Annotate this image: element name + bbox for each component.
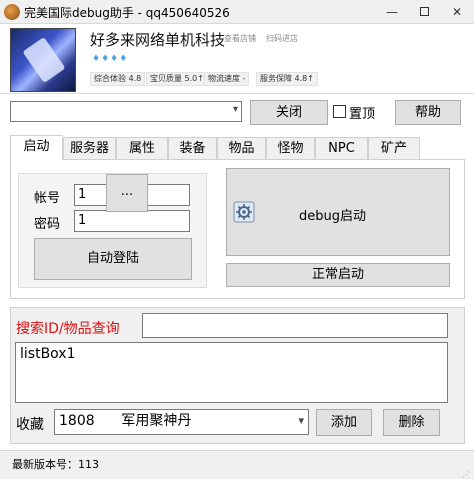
shop-logo: [10, 28, 76, 92]
help-button[interactable]: 帮助: [395, 100, 461, 125]
listbox-placeholder: listBox1: [20, 346, 76, 362]
add-favorite-button[interactable]: 添加: [316, 409, 372, 436]
topmost-label: 置顶: [349, 107, 376, 122]
password-input[interactable]: 1: [74, 210, 190, 232]
auto-login-button[interactable]: 自动登陆: [34, 238, 192, 280]
tab-items[interactable]: 物品: [217, 137, 266, 160]
topmost-checkbox[interactable]: [333, 105, 346, 118]
favorites-selected: 1808 军用聚神丹: [59, 413, 192, 429]
shop-banner: 好多来网络单机科技 查看店铺 扫码进店 ♦♦♦♦ 综合体验 4.8 宝贝质量 5…: [0, 25, 474, 93]
title-bar: 完美国际debug助手 - qq450640526 — ✕: [0, 0, 474, 24]
favorites-combo[interactable]: 1808 军用聚神丹 ▾: [54, 409, 309, 435]
result-listbox[interactable]: listBox1: [15, 342, 448, 403]
stat-badge: 宝贝质量 5.0↑: [146, 72, 208, 86]
tab-monsters[interactable]: 怪物: [266, 137, 315, 160]
debug-launch-button[interactable]: debug启动: [226, 168, 450, 256]
tab-attributes[interactable]: 属性: [116, 137, 168, 160]
tab-server[interactable]: 服务器: [63, 137, 116, 160]
scan-shop-tag[interactable]: 扫码进店: [266, 33, 298, 44]
app-icon: [4, 4, 20, 20]
delete-favorite-button[interactable]: 删除: [383, 409, 440, 436]
shop-name: 好多来网络单机科技: [90, 31, 226, 49]
tab-npc[interactable]: NPC: [315, 137, 368, 160]
chevron-down-icon: ▾: [298, 414, 304, 427]
resize-grip-icon[interactable]: ⋰: [462, 470, 470, 479]
version-status: 最新版本号：113: [12, 458, 99, 471]
window-title: 完美国际debug助手 - qq450640526: [24, 6, 230, 20]
stat-badge: 物流速度 -: [204, 72, 250, 86]
maximize-button[interactable]: [410, 2, 438, 22]
chevron-down-icon: ▾: [232, 104, 238, 115]
tab-minerals[interactable]: 矿产: [368, 137, 420, 160]
debug-launch-label: debug启动: [299, 209, 366, 224]
account-label: 帐号: [34, 191, 61, 206]
search-label: 搜索ID/物品查询: [16, 321, 120, 337]
banner-divider: [0, 93, 474, 94]
stat-badge: 服务保障 4.8↑: [256, 72, 318, 86]
server-combo[interactable]: ▾: [10, 101, 242, 122]
minimize-button[interactable]: —: [378, 2, 406, 22]
close-button[interactable]: 关闭: [250, 100, 328, 125]
close-window-button[interactable]: ✕: [442, 2, 472, 22]
maximize-icon: [419, 7, 429, 16]
gear-icon: [233, 201, 255, 223]
tab-start[interactable]: 启动: [10, 135, 63, 160]
rating-diamonds: ♦♦♦♦: [92, 54, 129, 64]
ellipsis-button[interactable]: ...: [106, 174, 148, 212]
password-label: 密码: [34, 217, 61, 232]
logo-graphic: [22, 36, 66, 84]
normal-launch-button[interactable]: 正常启动: [226, 263, 450, 287]
search-input[interactable]: [142, 313, 448, 338]
stat-badge: 综合体验 4.8: [90, 72, 146, 86]
favorites-label: 收藏: [16, 417, 44, 433]
view-shop-tag[interactable]: 查看店铺: [224, 33, 256, 44]
tab-equipment[interactable]: 装备: [168, 137, 217, 160]
